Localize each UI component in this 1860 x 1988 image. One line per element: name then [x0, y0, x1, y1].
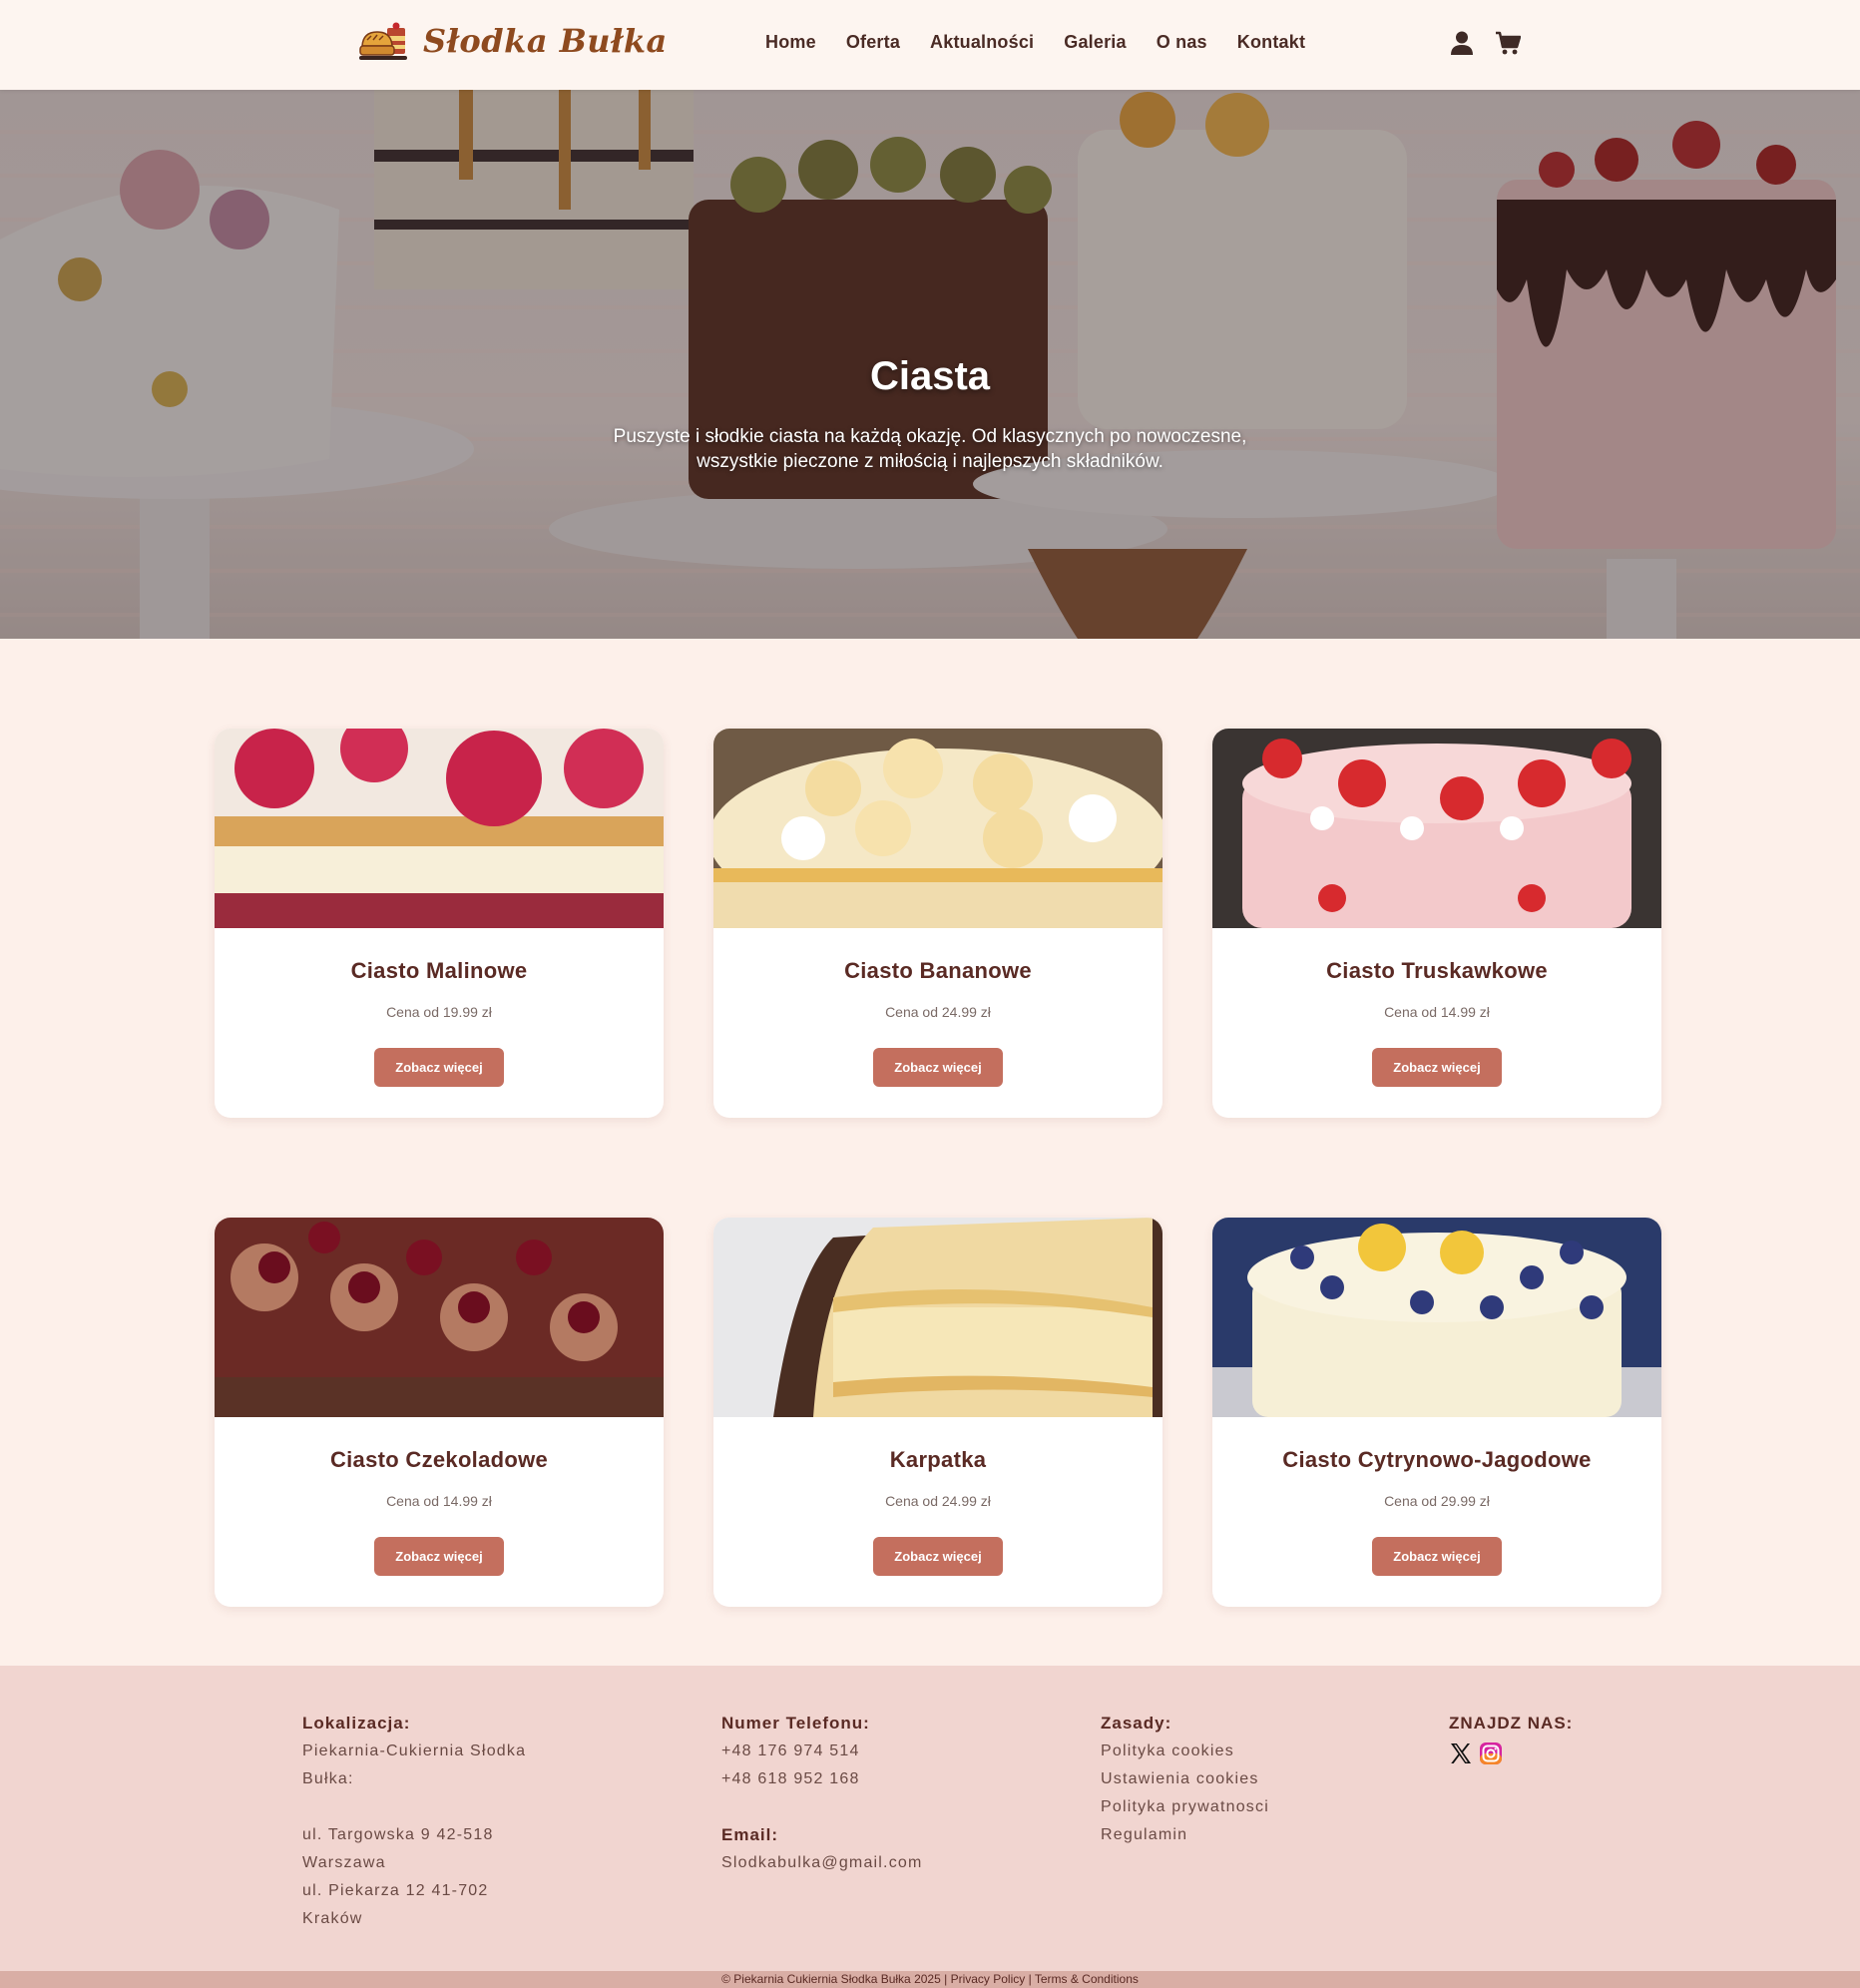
cart-icon[interactable]: [1495, 30, 1522, 56]
nav-home[interactable]: Home: [765, 32, 816, 53]
rules-heading: Zasady:: [1101, 1714, 1172, 1733]
product-price: Cena od 24.99 zł: [885, 1493, 991, 1509]
nav-o-nas[interactable]: O nas: [1157, 32, 1207, 53]
email-heading: Email:: [721, 1825, 779, 1844]
see-more-button[interactable]: Zobacz więcej: [1372, 1048, 1502, 1087]
see-more-button[interactable]: Zobacz więcej: [873, 1537, 1003, 1576]
footer-location: Lokalizacja: Piekarnia-Cukiernia Słodka …: [302, 1710, 562, 1933]
product-price: Cena od 14.99 zł: [386, 1493, 492, 1509]
location-name-line1: Piekarnia-Cukiernia Słodka: [302, 1742, 527, 1759]
address-city-2: Kraków: [302, 1910, 363, 1927]
copyright-bar: © Piekarnia Cukiernia Słodka Bułka 2025 …: [0, 1971, 1860, 1988]
location-name-line2: Bułka:: [302, 1770, 354, 1787]
karpatka-image: [713, 1218, 1162, 1417]
product-card: Karpatka Cena od 24.99 zł Zobacz więcej: [713, 1218, 1162, 1607]
terms-conditions-link[interactable]: Terms & Conditions: [1035, 1972, 1139, 1986]
see-more-button[interactable]: Zobacz więcej: [1372, 1537, 1502, 1576]
nav-aktualnosci[interactable]: Aktualności: [930, 32, 1034, 53]
social-heading: ZNAJDZ NAS:: [1449, 1714, 1574, 1733]
site-header: Słodka Bułka Home Oferta Aktualności Gal…: [0, 0, 1860, 90]
bakery-logo-icon: [359, 22, 407, 60]
privacy-policy-link[interactable]: Polityka prywatnosci: [1101, 1793, 1360, 1821]
page-title: Ciasta: [869, 354, 991, 398]
nav-galeria[interactable]: Galeria: [1064, 32, 1126, 53]
address-street-1: ul. Targowska 9 42-518: [302, 1826, 494, 1843]
phone-heading: Numer Telefonu:: [721, 1714, 870, 1733]
product-name: Ciasto Bananowe: [844, 958, 1032, 983]
header-actions: [1449, 30, 1522, 56]
raspberry-cake-image: [215, 729, 664, 928]
hero-banner: Ciasta Puszyste i słodkie ciasta na każd…: [0, 90, 1860, 639]
product-name: Karpatka: [889, 1447, 987, 1472]
site-footer: Lokalizacja: Piekarnia-Cukiernia Słodka …: [0, 1666, 1860, 1971]
product-price: Cena od 24.99 zł: [885, 1004, 991, 1020]
cookies-settings-link[interactable]: Ustawienia cookies: [1101, 1765, 1360, 1793]
see-more-button[interactable]: Zobacz więcej: [873, 1048, 1003, 1087]
phone-number-1[interactable]: +48 176 974 514: [721, 1738, 1021, 1765]
product-price: Cena od 29.99 zł: [1384, 1493, 1490, 1509]
address-street-2: ul. Piekarza 12 41-702: [302, 1882, 489, 1899]
separator: |: [940, 1972, 951, 1986]
address-city-1: Warszawa: [302, 1854, 386, 1871]
x-twitter-icon[interactable]: [1449, 1741, 1473, 1765]
terms-link[interactable]: Regulamin: [1101, 1821, 1360, 1849]
phone-number-2[interactable]: +48 618 952 168: [721, 1765, 1021, 1793]
social-links: [1449, 1741, 1648, 1765]
nav-kontakt[interactable]: Kontakt: [1237, 32, 1305, 53]
product-card: Ciasto Malinowe Cena od 19.99 zł Zobacz …: [215, 729, 664, 1118]
separator: |: [1025, 1972, 1035, 1986]
footer-rules: Zasady: Polityka cookies Ustawienia cook…: [1101, 1710, 1360, 1849]
main-nav: Home Oferta Aktualności Galeria O nas Ko…: [765, 32, 1305, 53]
product-name: Ciasto Truskawkowe: [1326, 958, 1548, 983]
product-card: Ciasto Cytrynowo-Jagodowe Cena od 29.99 …: [1212, 1218, 1661, 1607]
see-more-button[interactable]: Zobacz więcej: [374, 1048, 504, 1087]
product-name: Ciasto Cytrynowo-Jagodowe: [1282, 1447, 1592, 1472]
copyright-text: © Piekarnia Cukiernia Słodka Bułka 2025: [721, 1972, 941, 1986]
product-name: Ciasto Czekoladowe: [329, 1447, 549, 1472]
email-link[interactable]: Slodkabulka@gmail.com: [721, 1849, 1021, 1877]
banana-cake-image: [713, 729, 1162, 928]
product-card: Ciasto Czekoladowe Cena od 14.99 zł Zoba…: [215, 1218, 664, 1607]
product-name: Ciasto Malinowe: [350, 958, 528, 983]
product-grid: Ciasto Malinowe Cena od 19.99 zł Zobacz …: [215, 729, 1661, 1607]
product-card: Ciasto Bananowe Cena od 24.99 zł Zobacz …: [713, 729, 1162, 1118]
footer-contact: Numer Telefonu: +48 176 974 514 +48 618 …: [721, 1710, 1021, 1877]
hero-description: Puszyste i słodkie ciasta na każdą okazj…: [613, 426, 1247, 472]
footer-social: ZNAJDZ NAS:: [1449, 1710, 1648, 1765]
product-price: Cena od 19.99 zł: [386, 1004, 492, 1020]
user-icon[interactable]: [1449, 30, 1475, 56]
see-more-button[interactable]: Zobacz więcej: [374, 1537, 504, 1576]
strawberry-cake-image: [1212, 729, 1661, 928]
product-price: Cena od 14.99 zł: [1384, 1004, 1490, 1020]
logo-text: Słodka Bułka: [423, 22, 668, 60]
nav-oferta[interactable]: Oferta: [846, 32, 900, 53]
chocolate-cake-image: [215, 1218, 664, 1417]
instagram-icon[interactable]: [1479, 1741, 1503, 1765]
logo-link[interactable]: Słodka Bułka: [359, 18, 668, 64]
product-card: Ciasto Truskawkowe Cena od 14.99 zł Zoba…: [1212, 729, 1661, 1118]
privacy-policy-bottom-link[interactable]: Privacy Policy: [951, 1972, 1026, 1986]
cookies-policy-link[interactable]: Polityka cookies: [1101, 1738, 1360, 1765]
location-heading: Lokalizacja:: [302, 1714, 411, 1733]
lemon-blueberry-cake-image: [1212, 1218, 1661, 1417]
